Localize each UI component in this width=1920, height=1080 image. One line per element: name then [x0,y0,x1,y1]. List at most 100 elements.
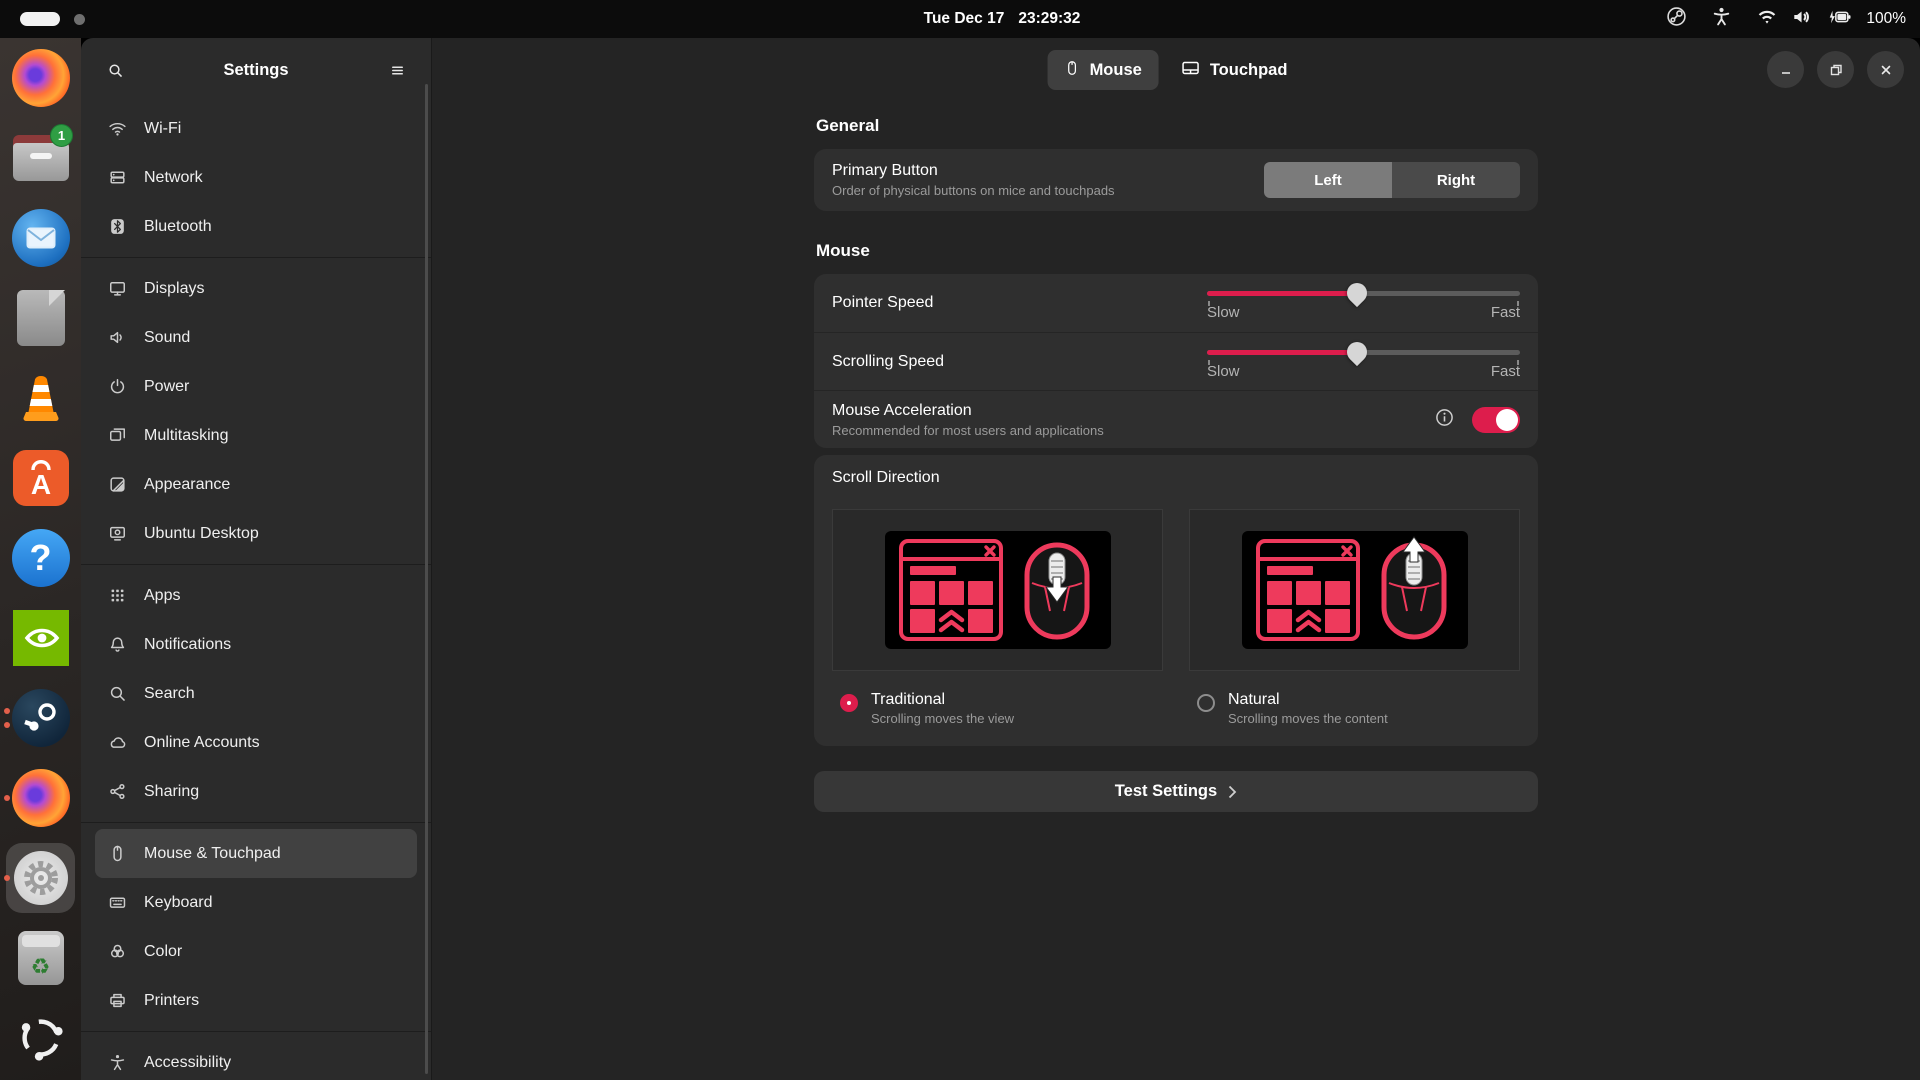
primary-left-button[interactable]: Left [1264,162,1392,198]
tab-label: Mouse [1090,61,1142,80]
sidebar-item-ubuntu-desktop[interactable]: Ubuntu Desktop [95,509,417,558]
sidebar-item-power[interactable]: Power [95,362,417,411]
general-card: Primary Button Order of physical buttons… [814,149,1538,211]
tab-touchpad[interactable]: Touchpad [1165,50,1305,90]
tab-mouse[interactable]: Mouse [1048,50,1159,90]
workspace-active-pill[interactable] [20,12,60,26]
mouse-acceleration-row: Mouse Acceleration Recommended for most … [814,390,1538,448]
sidebar-item-sound[interactable]: Sound [95,313,417,362]
slider-track[interactable] [1207,350,1520,355]
dock-item-settings[interactable] [0,838,81,918]
accessibility-status-icon[interactable] [1711,6,1732,32]
natural-subtitle: Scrolling moves the content [1228,711,1388,726]
sidebar-item-notifications[interactable]: Notifications [95,620,417,669]
sidebar-item-color[interactable]: Color [95,927,417,976]
fast-label: Fast [1491,304,1520,321]
sidebar-item-multitasking[interactable]: Multitasking [95,411,417,460]
thunderbird-icon [12,209,70,267]
sidebar-item-accessibility[interactable]: Accessibility [95,1038,417,1080]
sidebar-item-label: Wi-Fi [144,120,181,138]
primary-button-segmented: Left Right [1264,162,1520,198]
clock[interactable]: Tue Dec 17 23:29:32 [924,10,1081,28]
dock-item-vlc[interactable] [0,358,81,438]
info-icon[interactable] [1435,408,1454,432]
sidebar-item-search[interactable]: Search [95,669,417,718]
apps-icon [107,586,127,606]
scrolling-speed-slider[interactable]: Slow Fast [1207,344,1520,380]
steam-tray-icon[interactable] [1666,6,1687,32]
pointer-speed-slider[interactable]: Slow Fast [1207,285,1520,321]
sidebar-header: Settings [81,38,431,102]
slider-track[interactable] [1207,291,1520,296]
traditional-illustration-box[interactable] [832,509,1163,671]
dock-item-firefox-2[interactable] [0,758,81,838]
bluetooth-icon [107,217,127,237]
sidebar-item-printers[interactable]: Printers [95,976,417,1025]
dock-item-files[interactable]: 1 [0,118,81,198]
dock-item-app-center[interactable]: A [0,438,81,518]
primary-right-button[interactable]: Right [1392,162,1520,198]
traditional-label: Traditional [871,691,1014,709]
slider-handle[interactable] [1343,337,1371,365]
natural-label: Natural [1228,691,1388,709]
natural-option[interactable]: Natural Scrolling moves the content [1189,691,1520,726]
toggle-knob [1496,409,1518,431]
sidebar-item-network[interactable]: Network [95,153,417,202]
sharing-icon [107,782,127,802]
dock-item-steam[interactable] [0,678,81,758]
sidebar-item-sharing[interactable]: Sharing [95,767,417,816]
traditional-option[interactable]: Traditional Scrolling moves the view [832,691,1163,726]
tab-label: Touchpad [1210,61,1288,80]
sidebar-item-label: Apps [144,587,180,605]
sidebar-item-online-accounts[interactable]: Online Accounts [95,718,417,767]
help-icon: ? [12,529,70,587]
slider-handle[interactable] [1343,279,1371,307]
system-status-area[interactable]: 100% [1666,0,1906,38]
dock-item-nvidia[interactable] [0,598,81,678]
natural-radio[interactable] [1197,694,1215,712]
sidebar-separator [81,564,431,565]
mouse-heading: Mouse [816,241,1538,261]
keyboard-icon [107,893,127,913]
dock-item-trash[interactable]: ♻ [0,918,81,998]
sidebar-item-apps[interactable]: Apps [95,571,417,620]
sidebar-item-appearance[interactable]: Appearance [95,460,417,509]
menu-button[interactable] [381,54,413,86]
maximize-button[interactable] [1817,51,1854,88]
sidebar-item-keyboard[interactable]: Keyboard [95,878,417,927]
test-settings-button[interactable]: Test Settings [814,771,1538,812]
traditional-radio[interactable] [840,694,858,712]
sidebar-item-wifi[interactable]: Wi-Fi [95,104,417,153]
mouse-acceleration-toggle[interactable] [1472,407,1520,433]
sidebar-item-label: Search [144,685,195,703]
wifi-status-icon[interactable] [1756,7,1778,32]
workspace-dot[interactable] [74,14,85,25]
wifi-icon [107,119,127,139]
dock-item-ubuntu[interactable] [0,998,81,1078]
window-title: Settings [131,61,381,80]
natural-illustration-box[interactable] [1189,509,1520,671]
printers-icon [107,991,127,1011]
settings-window: Settings Wi-Fi NetworkBluetooth DisplaysSo… [81,38,1920,1080]
scrolling-speed-label: Scrolling Speed [832,353,944,371]
sidebar-item-label: Mouse & Touchpad [144,845,281,863]
dock-item-firefox[interactable] [0,38,81,118]
volume-icon[interactable] [1791,7,1813,32]
settings-content: General Primary Button Order of physical… [814,116,1538,812]
search-button[interactable] [99,54,131,86]
close-button[interactable] [1867,51,1904,88]
dock-item-thunderbird[interactable] [0,198,81,278]
sidebar-item-mouse[interactable]: Mouse & Touchpad [95,829,417,878]
slow-label: Slow [1207,304,1240,321]
sidebar-scrollbar[interactable] [425,84,428,1074]
sidebar-separator [81,1031,431,1032]
dock-item-libreoffice[interactable] [0,278,81,358]
battery-charging-icon[interactable] [1826,7,1853,32]
workspace-indicator[interactable] [20,12,85,26]
sidebar-item-bluetooth[interactable]: Bluetooth [95,202,417,251]
sidebar-item-displays[interactable]: Displays [95,264,417,313]
minimize-button[interactable] [1767,51,1804,88]
dock-item-help[interactable]: ? [0,518,81,598]
chevron-right-icon [1228,785,1237,799]
sidebar-item-label: Sharing [144,783,199,801]
